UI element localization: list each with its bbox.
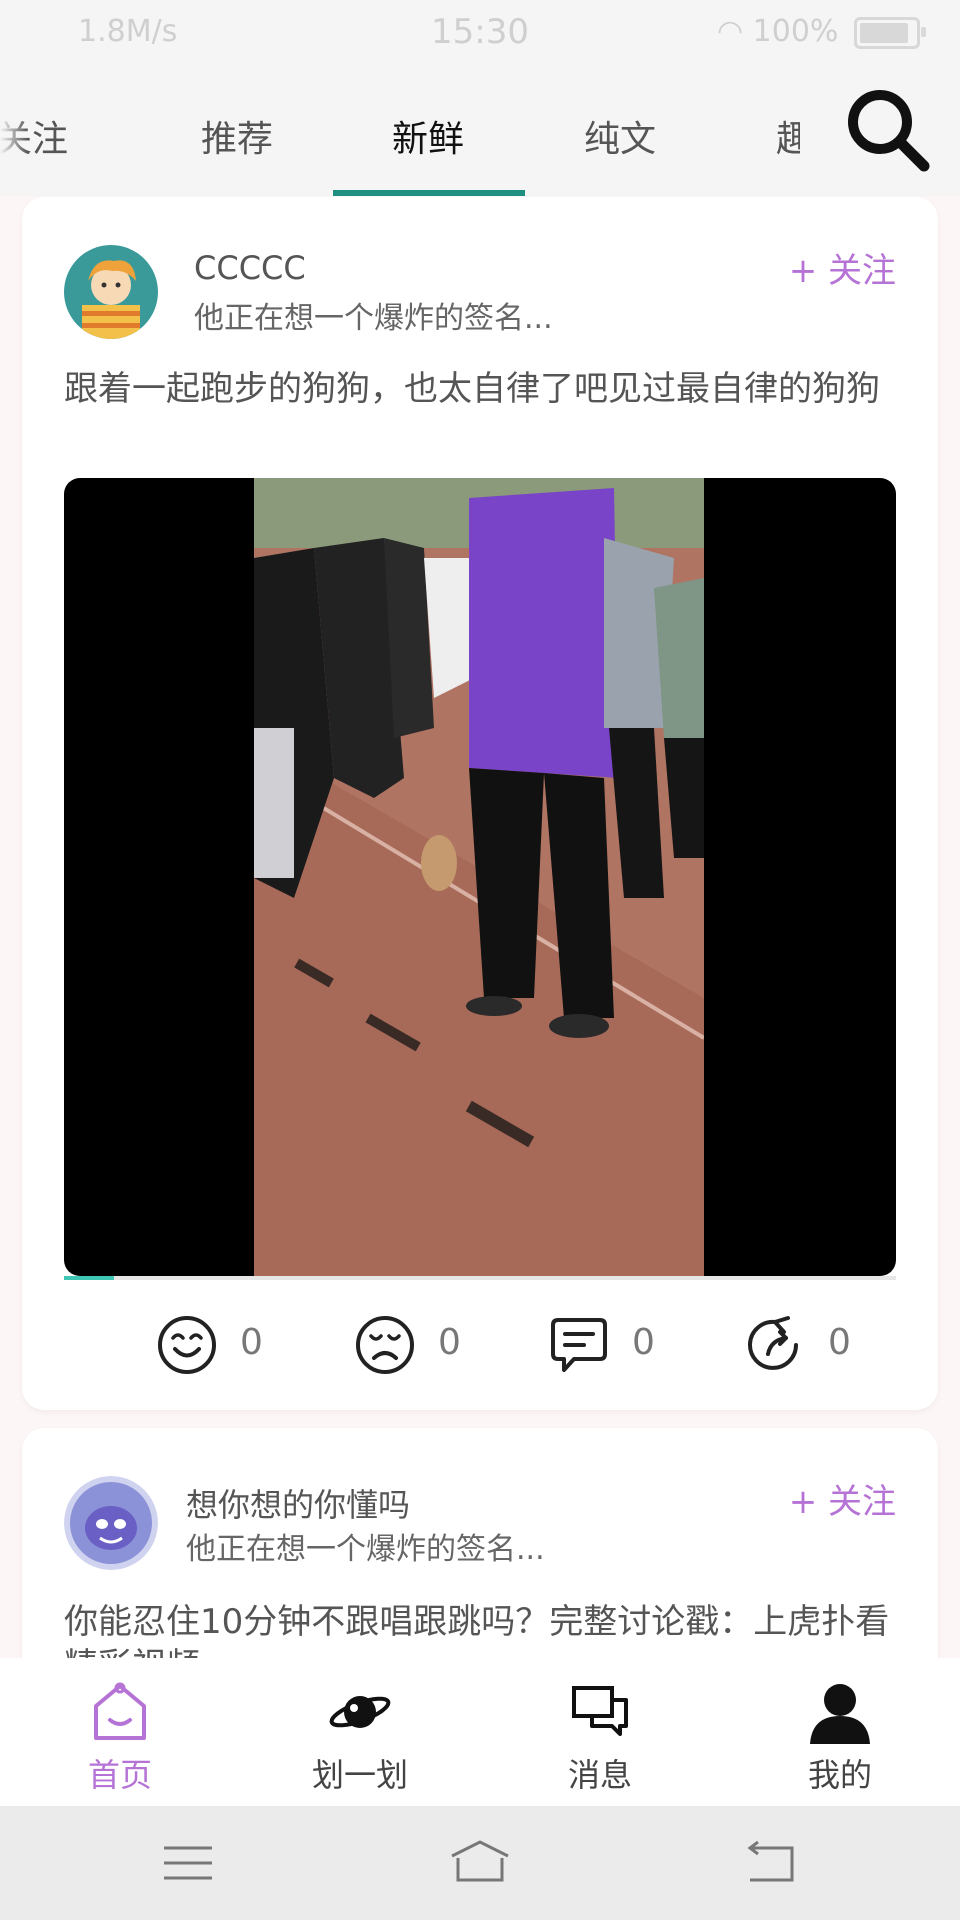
- user-signature: 他正在想一个爆炸的签名...: [186, 1532, 545, 1567]
- menu-icon: [164, 1846, 212, 1880]
- status-right: ◠ 100%: [716, 14, 926, 49]
- nav-swipe[interactable]: 划一划: [240, 1658, 480, 1806]
- follow-button[interactable]: + 关注: [789, 243, 896, 292]
- follow-button[interactable]: + 关注: [789, 1474, 896, 1523]
- user-signature: 他正在想一个爆炸的签名...: [194, 301, 553, 336]
- tab-text[interactable]: 纯文: [584, 110, 656, 162]
- share-count: 0: [828, 1322, 851, 1363]
- nav-home-label: 首页: [87, 1756, 152, 1794]
- home-icon: [94, 1682, 146, 1740]
- like-count: 0: [240, 1322, 263, 1363]
- tab-recommend[interactable]: 推荐: [201, 110, 273, 162]
- tab-fresh[interactable]: 新鲜: [392, 110, 464, 162]
- back-button[interactable]: [742, 1838, 802, 1888]
- tab-fade: [0, 66, 28, 196]
- search-icon: [848, 90, 930, 172]
- frown-icon: [356, 1316, 414, 1374]
- battery-percent: 100%: [752, 14, 839, 49]
- person-icon: [810, 1684, 870, 1744]
- home-button[interactable]: [448, 1838, 509, 1888]
- video-progress-bar[interactable]: [64, 1276, 896, 1280]
- status-bar: 1.8M/s 15:30 ◠ 100%: [0, 0, 960, 66]
- avatar[interactable]: [64, 1476, 158, 1570]
- username[interactable]: 想你想的你懂吗: [186, 1480, 410, 1526]
- wifi-icon: ◠: [716, 14, 744, 49]
- tab-active-indicator: [333, 190, 525, 196]
- nav-messages-label: 消息: [567, 1756, 632, 1794]
- menu-button[interactable]: [158, 1838, 218, 1888]
- avatar[interactable]: [64, 245, 158, 339]
- planet-icon: [329, 1696, 391, 1728]
- search-button[interactable]: [842, 84, 934, 176]
- post-card[interactable]: CCCCC 他正在想一个爆炸的签名... + 关注 跟着一起跑步的狗狗，也太自律…: [22, 197, 938, 1410]
- battery-icon: [854, 16, 926, 49]
- comment-count: 0: [632, 1322, 655, 1363]
- video-progress-fill: [64, 1276, 114, 1280]
- nav-messages[interactable]: 消息: [480, 1658, 720, 1806]
- share-icon: [748, 1316, 798, 1370]
- back-icon: [747, 1840, 794, 1882]
- bottom-nav: 首页 划一划 消息 我的: [0, 1658, 960, 1806]
- system-nav-bar: [0, 1806, 960, 1920]
- nav-profile[interactable]: 我的: [720, 1658, 960, 1806]
- username[interactable]: CCCCC: [194, 249, 306, 287]
- smile-icon: [158, 1316, 216, 1374]
- post-text[interactable]: 跟着一起跑步的狗狗，也太自律了吧见过最自律的狗狗: [64, 367, 904, 411]
- nav-profile-label: 我的: [807, 1756, 872, 1794]
- comment-icon: [551, 1318, 607, 1372]
- video-frame: [254, 478, 704, 1276]
- nav-swipe-label: 划一划: [311, 1756, 408, 1794]
- video-player[interactable]: [64, 478, 896, 1276]
- top-tab-bar: 关注 推荐 新鲜 纯文 趣图: [0, 66, 960, 196]
- post-text[interactable]: 你能忍住10分钟不跟唱跟跳吗？完整讨论戳：上虎扑看精彩视频: [64, 1600, 904, 1662]
- system-home-icon: [451, 1840, 509, 1882]
- messages-icon: [572, 1686, 628, 1736]
- nav-home[interactable]: 首页: [0, 1658, 240, 1806]
- post-card[interactable]: 想你想的你懂吗 他正在想一个爆炸的签名... + 关注 你能忍住10分钟不跟唱跟…: [22, 1428, 938, 1688]
- dislike-count: 0: [438, 1322, 461, 1363]
